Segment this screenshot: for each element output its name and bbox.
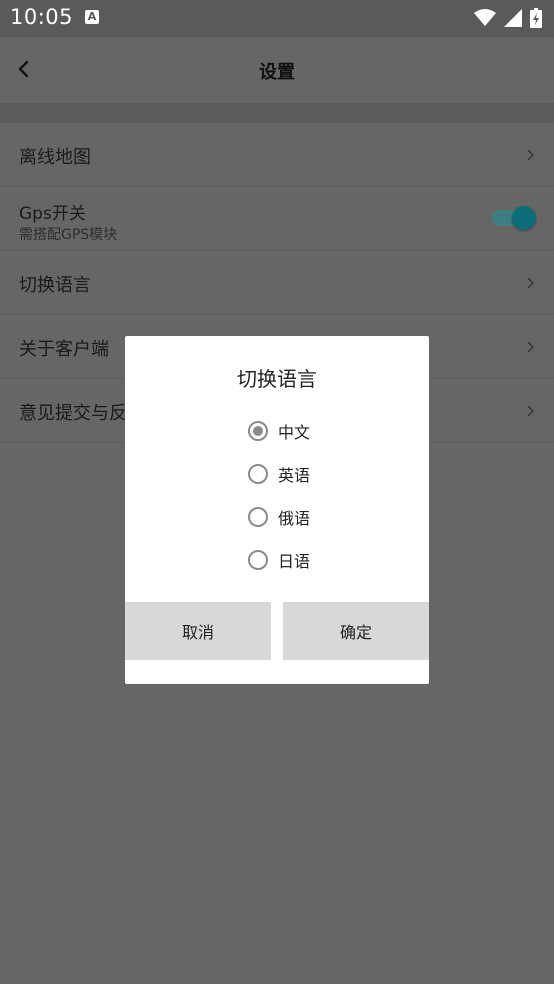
page-title: 设置	[259, 62, 295, 83]
chevron-right-icon	[527, 277, 535, 289]
settings-item-offline-map[interactable]: 离线地图	[0, 123, 554, 187]
settings-item-language[interactable]: 切换语言	[0, 251, 554, 315]
option-label: 中文	[278, 423, 311, 442]
language-option-japanese[interactable]: 日语	[248, 547, 310, 573]
cancel-button[interactable]: 取消	[125, 602, 271, 660]
settings-item-label: 离线地图	[19, 147, 91, 168]
language-option-english[interactable]: 英语	[248, 461, 310, 487]
status-bar: 10:05 A	[0, 0, 554, 37]
confirm-button[interactable]: 确定	[283, 602, 429, 660]
option-label: 俄语	[278, 509, 311, 528]
wifi-icon	[474, 9, 496, 26]
app-bar: 设置	[0, 37, 554, 103]
radio-button[interactable]	[248, 464, 268, 484]
notification-a-icon: A	[85, 10, 99, 24]
chevron-right-icon	[527, 149, 535, 161]
settings-item-sublabel: 需搭配GPS模块	[19, 227, 118, 243]
radio-button[interactable]	[248, 550, 268, 570]
section-divider	[0, 103, 554, 123]
language-dialog: 切换语言 中文 英语 俄语 日语 取消 确定	[125, 336, 429, 684]
battery-charging-icon	[530, 8, 542, 28]
settings-item-label: 切换语言	[19, 275, 91, 296]
option-label: 英语	[278, 466, 311, 485]
dialog-title: 切换语言	[237, 367, 317, 391]
settings-item-gps: Gps开关 需搭配GPS模块	[0, 187, 554, 251]
language-option-chinese[interactable]: 中文	[248, 418, 310, 444]
toggle-knob	[512, 206, 536, 230]
settings-item-label: Gps开关	[19, 204, 86, 224]
cell-signal-icon	[504, 9, 522, 27]
gps-toggle[interactable]	[492, 206, 536, 230]
status-time: 10:05	[10, 5, 74, 29]
chevron-right-icon	[527, 405, 535, 417]
option-label: 日语	[278, 552, 311, 571]
radio-button[interactable]	[248, 507, 268, 527]
settings-item-label: 关于客户端	[19, 339, 109, 360]
language-option-russian[interactable]: 俄语	[248, 504, 310, 530]
system-icons	[474, 8, 542, 28]
radio-button-checked[interactable]	[248, 421, 268, 441]
chevron-right-icon	[527, 341, 535, 353]
